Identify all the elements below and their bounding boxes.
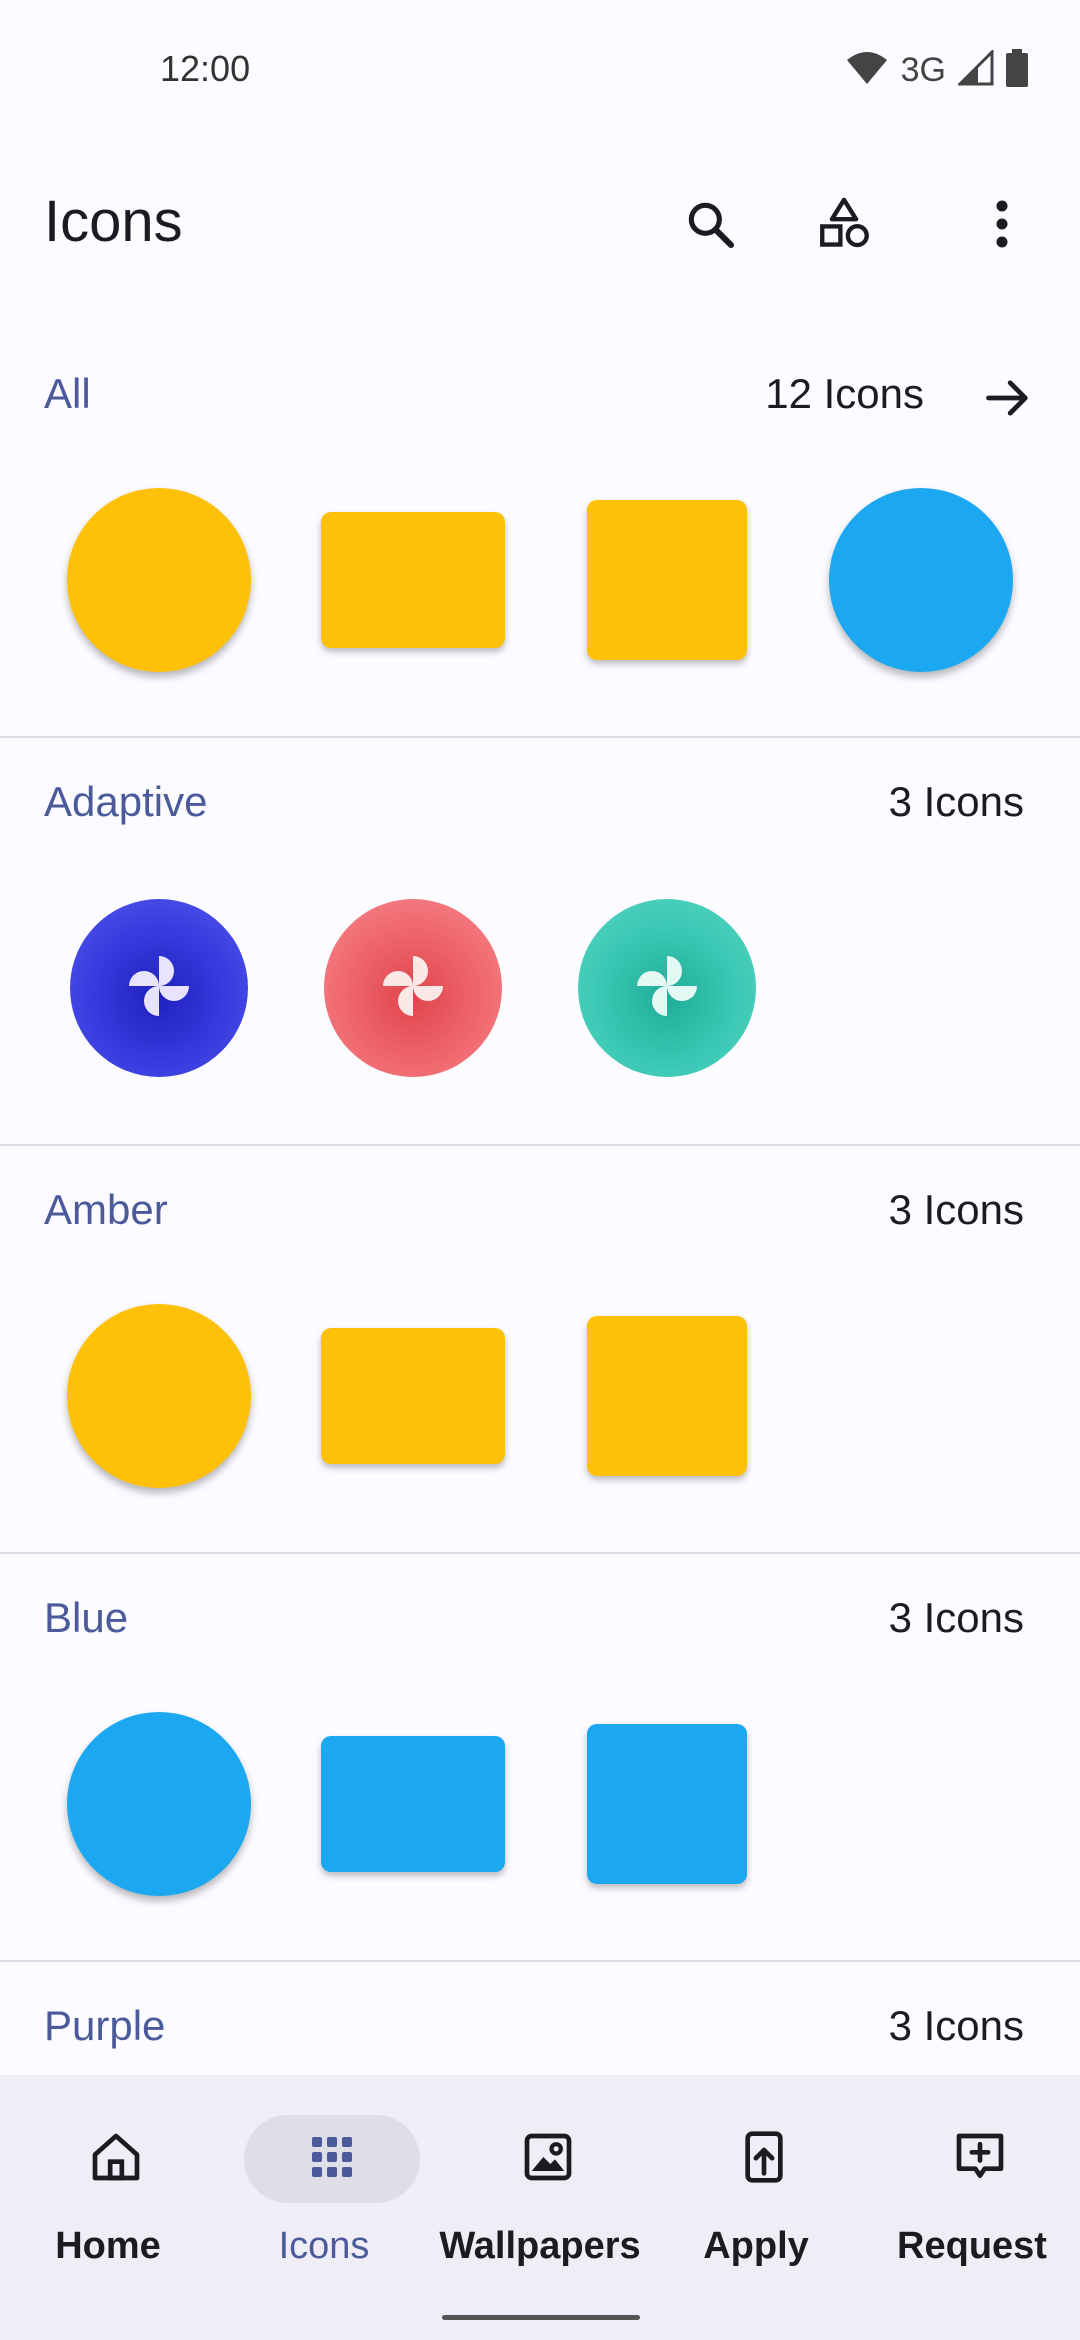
circle-icon (829, 488, 1013, 672)
pinwheel-icon (119, 946, 199, 1031)
icon-preview[interactable] (540, 1704, 794, 1904)
section-header: Blue 3 Icons (0, 1594, 1080, 1654)
wallpaper-icon (520, 2129, 576, 2190)
nav-request[interactable]: Request (864, 2115, 1080, 2275)
section-count: 3 Icons (888, 1594, 1024, 1641)
icon-preview-row (0, 888, 1080, 1088)
home-icon (88, 2129, 144, 2190)
nav-icon-container (28, 2115, 204, 2203)
more-vert-icon (994, 198, 1010, 255)
nav-icons[interactable]: Icons (216, 2115, 432, 2275)
section-title: Blue (44, 1594, 129, 1641)
top-app-bar: Icons (0, 170, 1080, 280)
icon-preview-row (0, 480, 1080, 680)
circle-icon (67, 1712, 251, 1896)
adaptive-icon (578, 899, 756, 1077)
section-count: 3 Icons (888, 778, 1024, 825)
icon-preview[interactable] (32, 1704, 286, 1904)
page-title: Icons (44, 189, 183, 254)
status-bar: 12:00 3G (0, 0, 1080, 130)
wifi-icon (845, 50, 889, 91)
icon-sections-list[interactable]: All 12 Icons Adaptive 3 Icons Amber 3 Ic… (0, 330, 1080, 2075)
nav-icon-container (244, 2115, 420, 2203)
adaptive-icon (70, 899, 248, 1077)
icon-preview[interactable] (286, 1704, 540, 1904)
shapes-icon (815, 195, 873, 258)
circle-icon (67, 488, 251, 672)
section-title: All (44, 370, 91, 417)
section-header: Purple 3 Icons (0, 2002, 1080, 2062)
icon-preview[interactable] (540, 1296, 794, 1496)
request-icon (952, 2129, 1008, 2190)
square-icon (587, 1316, 747, 1476)
section-all[interactable]: All 12 Icons (0, 330, 1080, 738)
rectangle-icon (321, 1736, 505, 1872)
section-title: Purple (44, 2002, 166, 2049)
search-icon (682, 196, 738, 257)
icon-preview[interactable] (794, 480, 1048, 680)
section-count: 3 Icons (888, 1186, 1024, 1233)
icon-preview[interactable] (286, 888, 540, 1088)
apps-grid-icon (308, 2133, 356, 2186)
nav-label: Request (897, 2225, 1047, 2267)
nav-wallpapers[interactable]: Wallpapers (432, 2115, 648, 2275)
arrow-right-icon (982, 372, 1034, 429)
search-button[interactable] (662, 178, 758, 274)
square-icon (587, 500, 747, 660)
circle-icon (67, 1304, 251, 1488)
section-adaptive[interactable]: Adaptive 3 Icons (0, 738, 1080, 1146)
icon-preview[interactable] (540, 480, 794, 680)
icon-preview[interactable] (32, 1296, 286, 1496)
bottom-navigation: Home Icons Wallpapers Apply Request (0, 2075, 1080, 2340)
network-type-label: 3G (900, 50, 946, 89)
icon-preview-row (0, 1296, 1080, 1496)
apply-icon (736, 2129, 792, 2190)
section-title: Adaptive (44, 778, 208, 825)
cell-signal-icon (956, 47, 994, 91)
section-amber[interactable]: Amber 3 Icons (0, 1146, 1080, 1554)
icon-preview-row (0, 1704, 1080, 1904)
more-options-button[interactable] (954, 178, 1050, 274)
section-header: All 12 Icons (0, 370, 1080, 430)
nav-apply[interactable]: Apply (648, 2115, 864, 2275)
pinwheel-icon (627, 946, 707, 1031)
section-title: Amber (44, 1186, 168, 1233)
status-icons: 3G (845, 47, 1028, 92)
icon-preview[interactable] (32, 888, 286, 1088)
rectangle-icon (321, 1328, 505, 1464)
adaptive-icon (324, 899, 502, 1077)
pinwheel-icon (373, 946, 453, 1031)
icon-preview[interactable] (540, 888, 794, 1088)
icon-preview[interactable] (286, 1296, 540, 1496)
icon-preview[interactable] (32, 480, 286, 680)
shapes-button[interactable] (796, 178, 892, 274)
nav-icon-container (676, 2115, 852, 2203)
section-header: Adaptive 3 Icons (0, 778, 1080, 838)
nav-icon-container (460, 2115, 636, 2203)
section-purple[interactable]: Purple 3 Icons (0, 1962, 1080, 2075)
section-count: 12 Icons (765, 370, 924, 417)
rectangle-icon (321, 512, 505, 648)
section-count: 3 Icons (888, 2002, 1024, 2049)
battery-icon (1006, 48, 1028, 92)
section-blue[interactable]: Blue 3 Icons (0, 1554, 1080, 1962)
view-all-button[interactable] (960, 352, 1056, 448)
square-icon (587, 1724, 747, 1884)
nav-icon-container (892, 2115, 1068, 2203)
status-time: 12:00 (160, 48, 251, 89)
section-header: Amber 3 Icons (0, 1186, 1080, 1246)
nav-home[interactable]: Home (0, 2115, 216, 2275)
gesture-handle[interactable] (442, 2315, 640, 2320)
icon-preview[interactable] (286, 480, 540, 680)
